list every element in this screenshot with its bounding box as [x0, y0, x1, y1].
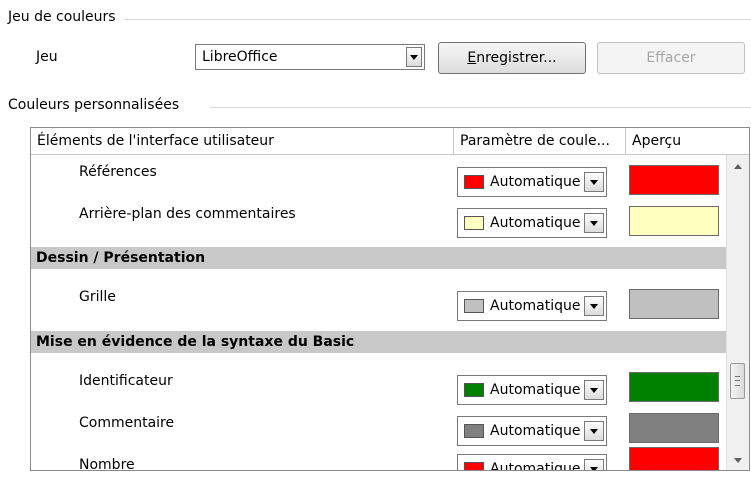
color-preview — [629, 289, 719, 319]
delete-button-label-b: acer — [664, 50, 696, 66]
color-swatch — [464, 216, 484, 230]
color-setting-dropdown[interactable]: Automatique — [457, 416, 607, 446]
color-preview — [629, 447, 719, 470]
chevron-down-icon[interactable] — [584, 380, 604, 400]
color-swatch — [464, 299, 484, 313]
column-header-preview[interactable]: Aperçu — [625, 128, 749, 154]
scheme-section-title: Jeu de couleurs — [8, 9, 116, 25]
color-setting-dropdown[interactable]: Automatique — [457, 375, 607, 405]
color-swatch — [464, 424, 484, 438]
group-header-drawing: Dessin / Présentation — [31, 247, 726, 269]
list-item-label: Identificateur — [79, 373, 173, 389]
color-preview — [629, 165, 719, 195]
save-mnemonic: E — [467, 50, 477, 66]
scheme-select[interactable]: LibreOffice — [195, 44, 425, 70]
ui-elements-color-table[interactable]: Éléments de l'interface utilisateur Para… — [30, 127, 750, 471]
color-setting-value: Automatique — [490, 461, 580, 471]
custom-colors-section-divider — [210, 107, 751, 108]
color-setting-dropdown[interactable]: Automatique — [457, 291, 607, 321]
color-setting-dropdown[interactable]: Automatique — [457, 454, 607, 471]
custom-colors-section-title: Couleurs personnalisées — [8, 97, 180, 113]
color-setting-dropdown[interactable]: Automatique — [457, 167, 607, 197]
delete-button-label-a: Ef — [646, 50, 665, 66]
color-swatch — [464, 462, 484, 470]
group-header-basic-syntax: Mise en évidence de la syntaxe du Basic — [31, 331, 726, 353]
vertical-scrollbar[interactable] — [726, 155, 749, 470]
delete-scheme-button[interactable]: Effacer — [597, 42, 745, 74]
chevron-down-icon[interactable] — [584, 421, 604, 441]
color-setting-value: Automatique — [490, 174, 580, 190]
color-swatch — [464, 383, 484, 397]
chevron-down-icon[interactable] — [584, 459, 604, 470]
scheme-label-rest: eu — [40, 49, 58, 65]
scheme-label: Jeu — [36, 49, 58, 65]
column-header-setting[interactable]: Paramètre de coule... — [453, 128, 625, 154]
chevron-down-icon[interactable] — [584, 213, 604, 233]
color-setting-value: Automatique — [490, 215, 580, 231]
scroll-up-arrow-icon[interactable] — [727, 157, 749, 175]
save-scheme-button[interactable]: Enregistrer... — [438, 42, 586, 74]
chevron-down-icon[interactable] — [584, 296, 604, 316]
color-swatch — [464, 175, 484, 189]
list-item-label: Nombre — [79, 457, 135, 471]
list-item-label: Commentaire — [79, 415, 175, 431]
scrollbar-thumb[interactable] — [730, 363, 745, 399]
color-setting-value: Automatique — [490, 298, 580, 314]
save-button-label: nregistrer... — [476, 50, 557, 66]
chevron-down-icon[interactable] — [584, 172, 604, 192]
column-header-element[interactable]: Éléments de l'interface utilisateur — [31, 128, 453, 154]
chevron-down-icon[interactable] — [406, 47, 422, 67]
list-item-label: Arrière-plan des commentaires — [79, 206, 296, 222]
color-setting-value: Automatique — [490, 423, 580, 439]
color-setting-value: Automatique — [490, 382, 580, 398]
color-setting-dropdown[interactable]: Automatique — [457, 208, 607, 238]
scroll-down-arrow-icon[interactable] — [727, 452, 749, 470]
color-preview — [629, 413, 719, 443]
color-preview — [629, 206, 719, 236]
scheme-select-value: LibreOffice — [202, 49, 278, 65]
list-item-label: Références — [79, 164, 157, 180]
scheme-section-divider — [124, 19, 751, 20]
table-header: Éléments de l'interface utilisateur Para… — [31, 128, 749, 155]
list-item-label: Grille — [79, 289, 116, 305]
color-preview — [629, 372, 719, 402]
